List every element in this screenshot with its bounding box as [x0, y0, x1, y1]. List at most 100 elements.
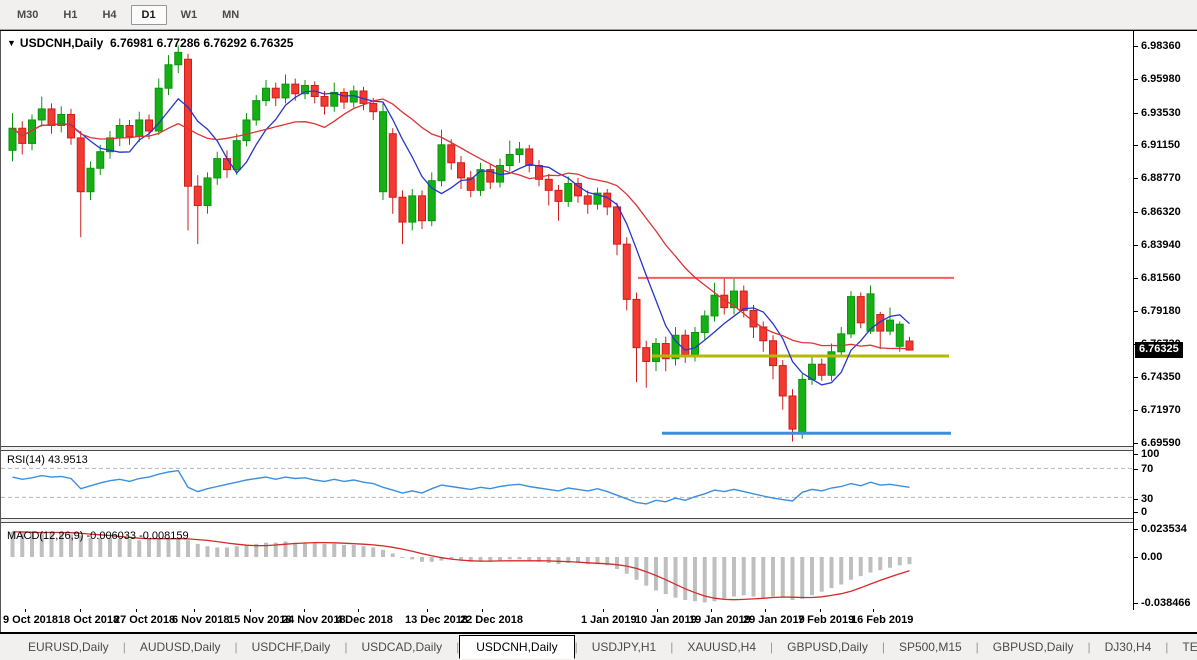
chart-tab-sp500-m15[interactable]: SP500,M15: [885, 636, 976, 658]
timeframe-button-m30[interactable]: M30: [6, 5, 49, 25]
macd-histogram-bar: [215, 547, 220, 557]
macd-histogram-bar: [878, 557, 883, 571]
price-axis-tick: [1134, 178, 1138, 179]
timeframe-button-d1[interactable]: D1: [130, 4, 167, 25]
macd-histogram-bar: [351, 545, 356, 557]
chart-dropdown-icon[interactable]: ▼: [7, 38, 16, 48]
candle-up: [437, 144, 446, 182]
candle-down: [554, 189, 563, 202]
chart-panels[interactable]: 9 Oct 2018 18 Oct 2018 27 Oct 2018 6 Nov 20…: [0, 31, 1133, 632]
chart-window: 9 Oct 2018 18 Oct 2018 27 Oct 2018 6 Nov 20…: [0, 30, 1197, 632]
timeframe-button-mn[interactable]: MN: [211, 5, 250, 25]
rsi-axis-label: 30: [1141, 493, 1154, 505]
price-axis-tick: [1134, 311, 1138, 312]
price-axis-tick: [1134, 79, 1138, 80]
price-axis-tick: [1134, 212, 1138, 213]
macd-histogram-bar: [381, 549, 385, 557]
rsi-line: [12, 469, 910, 505]
macd-histogram-bar: [332, 543, 337, 557]
price-axis-tick: [1134, 145, 1138, 146]
date-label: 7 Feb 2019: [798, 614, 855, 626]
macd-histogram-bar: [654, 557, 658, 591]
candle-up: [203, 177, 212, 207]
candle-down: [613, 206, 621, 245]
macd-histogram-bar: [663, 557, 668, 595]
macd-histogram-bar: [712, 557, 717, 602]
date-label: 4 Dec 2018: [336, 614, 393, 626]
chart-tab-usdchf-daily[interactable]: USDCHF,Daily: [238, 636, 345, 658]
macd-histogram-bar: [897, 557, 902, 566]
candle-down: [271, 87, 280, 99]
chart-tab-usdcnh-daily[interactable]: USDCNH,Daily: [459, 634, 575, 659]
chart-symbol-label: USDCNH,Daily: [19, 36, 104, 50]
chart-tab-eurusd-daily[interactable]: EURUSD,Daily: [14, 636, 123, 658]
macd-histogram-bar: [741, 557, 746, 596]
rsi-indicator-name: RSI(14): [7, 454, 45, 466]
chart-tab-tech100-h1[interactable]: TECH100,H1: [1168, 636, 1197, 658]
rsi-label: RSI(14) 43.9513: [7, 454, 88, 466]
date-label: 1 Jan 2019: [581, 614, 637, 626]
candle-up: [86, 167, 95, 193]
rsi-panel[interactable]: [1, 451, 1132, 518]
candle-down: [184, 58, 192, 187]
macd-histogram-bar: [205, 546, 210, 557]
chart-tab-gbpusd-daily[interactable]: GBPUSD,Daily: [773, 636, 882, 658]
price-axis-label: 6.91150: [1141, 139, 1181, 151]
price-axis-label: 6.98360: [1141, 40, 1181, 52]
price-axis-tick: [1134, 377, 1138, 378]
timeframe-toolbar: M30 H1 H4 D1 W1 MN: [0, 0, 1197, 30]
chart-tab-usdjpy-h1[interactable]: USDJPY,H1: [578, 636, 670, 658]
price-chart-panel[interactable]: [1, 31, 1132, 446]
candle-up: [164, 64, 173, 89]
price-axis[interactable]: 6.76325 6.98360 6.95980 6.93530 6.91150 6.88…: [1133, 31, 1197, 610]
date-tick: [358, 609, 359, 612]
candle-down: [778, 365, 787, 397]
date-label: 27 Oct 2018: [114, 614, 176, 626]
candle-up: [252, 100, 261, 121]
macd-histogram-bar: [361, 546, 366, 557]
candle-down: [632, 298, 641, 349]
candle-down: [320, 96, 329, 107]
chart-tab-xauusd-h4[interactable]: XAUUSD,H4: [673, 636, 770, 658]
chart-tab-dj30-h4[interactable]: DJ30,H4: [1091, 636, 1166, 658]
rsi-current-value: 43.9513: [47, 454, 88, 466]
date-tick: [136, 609, 137, 612]
candle-down: [340, 91, 348, 103]
candle-up: [115, 124, 124, 139]
candle-up: [710, 294, 719, 317]
macd-current-values: -0.006033 -0.008159: [86, 530, 189, 542]
date-tick: [427, 609, 428, 612]
macd-histogram-bar: [771, 557, 775, 597]
chart-tab-audusd-daily[interactable]: AUDUSD,Daily: [126, 636, 235, 658]
date-label: 16 Feb 2019: [851, 614, 914, 626]
chart-tab-gbpusd-daily[interactable]: GBPUSD,Daily: [979, 636, 1088, 658]
candle-up: [379, 111, 387, 193]
price-axis-label: 6.74350: [1141, 371, 1181, 383]
candle-up: [37, 108, 46, 121]
macd-histogram-bar: [225, 547, 229, 557]
price-axis-label: 6.93530: [1141, 107, 1181, 119]
date-tick: [603, 609, 604, 612]
candle-up: [691, 331, 699, 356]
candle-up: [564, 182, 573, 202]
candle-down: [817, 363, 826, 376]
date-tick: [820, 609, 821, 612]
candle-down: [788, 395, 797, 430]
price-axis-label: 6.71970: [1141, 404, 1181, 416]
candle-down: [291, 83, 300, 95]
macd-histogram-bar: [410, 557, 415, 560]
candle-up: [837, 333, 846, 353]
date-axis[interactable]: 9 Oct 2018 18 Oct 2018 27 Oct 2018 6 Nov 20…: [1, 609, 1133, 631]
rsi-axis-tick: [1134, 469, 1138, 470]
candle-down: [76, 137, 85, 193]
price-axis-label: 6.95980: [1141, 73, 1181, 85]
price-axis-tick: [1134, 410, 1138, 411]
macd-histogram-bar: [429, 557, 434, 562]
macd-histogram-bar: [546, 557, 551, 563]
timeframe-button-h1[interactable]: H1: [52, 5, 88, 25]
timeframe-button-h4[interactable]: H4: [91, 5, 127, 25]
chart-tab-usdcad-daily[interactable]: USDCAD,Daily: [347, 636, 456, 658]
price-axis-label: 6.88770: [1141, 172, 1181, 184]
timeframe-button-w1[interactable]: W1: [170, 5, 209, 25]
date-label: 18 Oct 2018: [58, 614, 120, 626]
